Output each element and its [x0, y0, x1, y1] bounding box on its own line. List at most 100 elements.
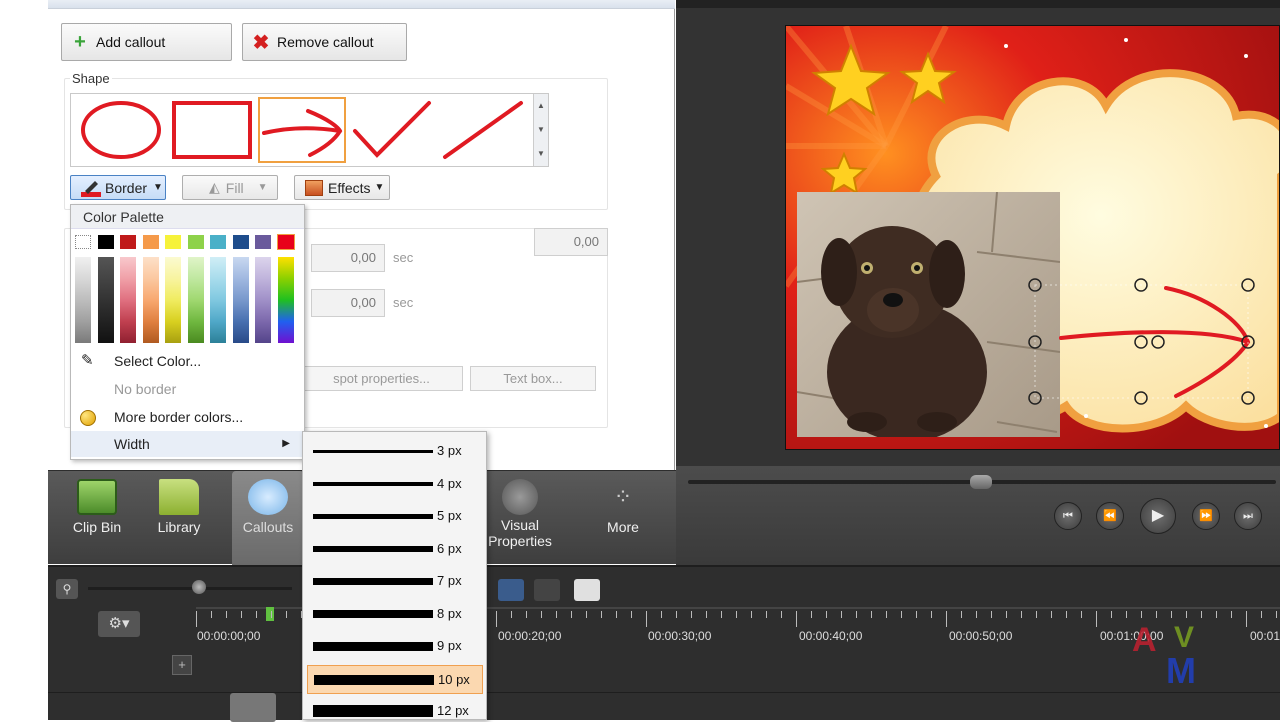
- swatch-column[interactable]: [97, 257, 114, 343]
- playhead-marker[interactable]: [266, 607, 274, 621]
- rewind-icon[interactable]: ⏪: [1096, 502, 1124, 530]
- width-option[interactable]: 5 px: [307, 502, 483, 531]
- fast-forward-icon[interactable]: ⏩: [1192, 502, 1220, 530]
- swatch-column[interactable]: [277, 257, 294, 343]
- swatch-transparent[interactable]: [75, 235, 91, 249]
- ruler-tick: [616, 611, 617, 618]
- fill-button[interactable]: ◭ Fill ▼: [182, 175, 278, 200]
- ruler-tick: [1081, 611, 1082, 618]
- ruler-tick: [886, 611, 887, 618]
- ruler-tick: [226, 611, 227, 618]
- ruler-tick: [1021, 611, 1022, 618]
- swatch-#8ed24a[interactable]: [187, 235, 204, 249]
- width-item[interactable]: Width ▶: [71, 431, 304, 457]
- tab-more[interactable]: ⁘ More: [588, 471, 658, 565]
- width-option-label: 3 px: [437, 443, 462, 458]
- select-color-item[interactable]: ✎ Select Color...: [71, 348, 304, 374]
- clip-thumbnail[interactable]: [230, 693, 276, 722]
- swatch-column[interactable]: [75, 257, 91, 343]
- skip-start-icon[interactable]: ⏮: [1054, 502, 1082, 530]
- swatch-column[interactable]: [255, 257, 271, 343]
- paste-icon[interactable]: [574, 579, 600, 601]
- preview-canvas[interactable]: [785, 25, 1280, 450]
- add-callout-button[interactable]: + Add callout: [61, 23, 232, 61]
- width-option[interactable]: 8 px: [307, 600, 483, 629]
- tab-visual-properties[interactable]: Visual Properties: [478, 471, 562, 565]
- width-line-sample: [313, 705, 433, 717]
- timecode-70: 00:01: [1250, 629, 1280, 643]
- fade-in-field[interactable]: 0,00: [311, 244, 385, 272]
- scroll-more-icon[interactable]: ▼: [534, 142, 548, 166]
- swatch-column[interactable]: [165, 257, 181, 343]
- text-box-button[interactable]: Text box...: [470, 366, 596, 391]
- hotspot-properties-button[interactable]: spot properties...: [300, 366, 463, 391]
- scroll-up-icon[interactable]: ▲: [534, 94, 548, 118]
- svg-text:A: A: [1132, 621, 1157, 659]
- timecode-30: 00:00:30;00: [648, 629, 712, 643]
- width-option[interactable]: 4 px: [307, 470, 483, 499]
- width-option[interactable]: 12 px: [307, 697, 483, 719]
- track-settings-gear-icon[interactable]: ⚙▾: [98, 611, 140, 637]
- seek-thumb[interactable]: [970, 475, 992, 489]
- shape-gallery[interactable]: ▲ ▼ ▼: [70, 93, 549, 167]
- border-button[interactable]: Border ▼: [70, 175, 166, 200]
- tab-clip-bin[interactable]: Clip Bin: [62, 471, 132, 565]
- swatch-column[interactable]: [120, 257, 136, 343]
- ruler-tick: [256, 611, 257, 618]
- palette-header: Color Palette: [71, 205, 304, 229]
- swatch-column[interactable]: [232, 257, 249, 343]
- width-option[interactable]: 6 px: [307, 535, 483, 564]
- swatch-#c01a1a[interactable]: [120, 235, 136, 249]
- swatch-#6a5a9c[interactable]: [255, 235, 271, 249]
- no-border-item[interactable]: No border: [71, 376, 304, 402]
- chevron-down-icon: ▼: [153, 182, 163, 193]
- swatch-column[interactable]: [187, 257, 204, 343]
- unit-sec-2: sec: [393, 295, 414, 310]
- ruler-tick: [751, 611, 752, 618]
- ruler-tick: [961, 611, 962, 618]
- remove-callout-button[interactable]: ✖ Remove callout: [242, 23, 407, 61]
- width-option-label: 6 px: [437, 540, 462, 556]
- swatch-#1e4d8c[interactable]: [232, 235, 249, 249]
- zoom-search-icon[interactable]: ⚲: [56, 579, 78, 599]
- skip-end-icon[interactable]: ⏭: [1234, 502, 1262, 530]
- shape-rectangle[interactable]: [169, 97, 257, 163]
- tab-callouts[interactable]: Callouts: [232, 471, 304, 565]
- swatch-#f6f23a[interactable]: [165, 235, 181, 249]
- effects-button[interactable]: Effects ▼: [294, 175, 390, 200]
- more-border-colors-item[interactable]: More border colors...: [71, 404, 304, 430]
- swatch-column[interactable]: [142, 257, 159, 343]
- width-option[interactable]: 9 px: [307, 632, 483, 661]
- width-option[interactable]: 3 px: [307, 437, 483, 466]
- chevron-down-icon: ▼: [374, 182, 385, 193]
- duration-field[interactable]: 0,00: [534, 228, 608, 256]
- copy-icon[interactable]: [534, 579, 560, 601]
- shape-arrow[interactable]: [258, 97, 346, 163]
- swatch-#4ab0c8[interactable]: [210, 235, 226, 249]
- color-palette-menu: Color Palette ✎ Select Color... No borde…: [70, 204, 305, 460]
- tab-library[interactable]: Library: [144, 471, 214, 565]
- ruler-tick: [826, 611, 827, 618]
- scroll-down-icon[interactable]: ▼: [534, 118, 548, 142]
- shape-line[interactable]: [439, 97, 527, 163]
- swatch-#e8001a[interactable]: [276, 234, 295, 250]
- width-line-sample: [313, 609, 433, 618]
- width-option[interactable]: 10 px: [307, 664, 483, 694]
- shape-scrollbar[interactable]: ▲ ▼ ▼: [533, 94, 548, 166]
- add-track-icon[interactable]: +: [172, 655, 192, 675]
- swatch-column[interactable]: [210, 257, 226, 343]
- swatch-#f59a4a[interactable]: [142, 235, 159, 249]
- remove-x-icon: ✖: [252, 31, 270, 54]
- arrow-callout[interactable]: [786, 26, 1280, 450]
- shape-checkmark[interactable]: [349, 97, 437, 163]
- zoom-slider-track[interactable]: [88, 587, 292, 590]
- ruler-tick: [691, 611, 692, 618]
- split-icon[interactable]: [498, 579, 524, 601]
- width-option[interactable]: 7 px: [307, 567, 483, 596]
- fade-out-field[interactable]: 0,00: [311, 289, 385, 317]
- play-icon[interactable]: ▶: [1140, 498, 1176, 534]
- panel-top-strip: [48, 0, 675, 9]
- zoom-slider-thumb[interactable]: [192, 580, 206, 594]
- shape-ellipse[interactable]: [79, 97, 167, 163]
- swatch-#000000[interactable]: [97, 235, 114, 249]
